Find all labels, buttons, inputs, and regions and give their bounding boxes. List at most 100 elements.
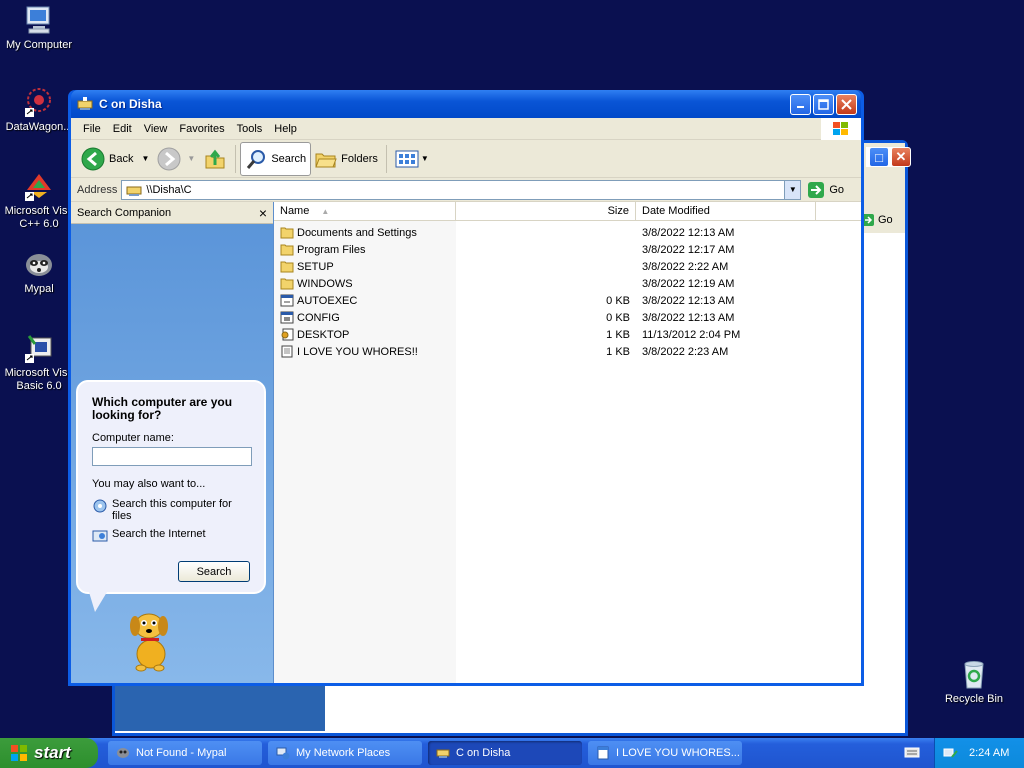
desktop-icon-datawagon[interactable]: DataWagon... [0, 86, 78, 134]
search-internet-link[interactable]: Search the Internet [92, 528, 250, 544]
background-window-sidebar [115, 683, 325, 731]
folder-icon [280, 261, 294, 273]
keyboard-icon[interactable] [904, 744, 920, 760]
maximize-button[interactable] [813, 93, 834, 115]
column-header-date[interactable]: Date Modified [636, 202, 816, 220]
desktop-icon-my-computer[interactable]: My Computer [0, 4, 78, 52]
menu-favorites[interactable]: Favorites [173, 123, 230, 135]
search-balloon: Which computer are you looking for? Comp… [76, 380, 266, 594]
column-header-name[interactable]: Name ▲ [274, 202, 456, 220]
menu-edit[interactable]: Edit [107, 123, 138, 135]
background-close-button[interactable]: ✕ [891, 147, 911, 167]
taskbar-item-notepad[interactable]: I LOVE YOU WHORES... [588, 741, 742, 765]
desktop-icon-visual-cpp[interactable]: Microsoft Visu C++ 6.0 [0, 170, 78, 231]
menu-tools[interactable]: Tools [231, 123, 269, 135]
address-input[interactable]: \\Disha\C ▼ [121, 179, 802, 200]
menu-file[interactable]: File [77, 123, 107, 135]
title-bar[interactable]: C on Disha [71, 90, 861, 118]
file-row[interactable]: I LOVE YOU WHORES!! 1 KB 3/8/2022 2:23 A… [274, 343, 861, 360]
clock[interactable]: 2:24 AM [969, 747, 1009, 759]
desktop-icon-mypal[interactable]: Mypal [0, 248, 78, 296]
views-button[interactable]: ▼ [391, 142, 433, 176]
taskbar-item-label: C on Disha [456, 747, 511, 759]
desktop-icon-visual-basic[interactable]: Microsoft Visu Basic 6.0 [0, 332, 78, 393]
file-row[interactable]: Program Files 3/8/2022 12:17 AM [274, 241, 861, 258]
file-row[interactable]: Documents and Settings 3/8/2022 12:13 AM [274, 224, 861, 241]
back-button[interactable]: Back ▼ [77, 142, 153, 176]
close-button[interactable] [836, 93, 857, 115]
background-window-controls: □ ✕ [867, 147, 915, 167]
close-pane-icon[interactable]: × [259, 205, 267, 221]
search-submit-button[interactable]: Search [178, 561, 250, 582]
system-tray: 2:24 AM [934, 738, 1024, 768]
column-size-label: Size [607, 205, 629, 217]
back-arrow-icon [81, 147, 105, 170]
file-row[interactable]: WINDOWS 3/8/2022 12:19 AM [274, 275, 861, 292]
sort-ascending-icon: ▲ [321, 206, 330, 216]
network-status-icon[interactable] [943, 745, 959, 761]
text-file-icon [281, 345, 293, 358]
start-label: start [34, 743, 71, 762]
network-places-icon [276, 747, 290, 760]
address-dropdown-button[interactable]: ▼ [784, 180, 801, 199]
file-name: Documents and Settings [297, 226, 417, 239]
forward-button[interactable]: ▼ [153, 142, 199, 176]
taskbar-item-network-places[interactable]: My Network Places [268, 741, 422, 765]
search-computer-link[interactable]: Search this computer for files [92, 498, 250, 522]
desktop-icon-label: Mypal [24, 283, 54, 295]
search-button[interactable]: Search [240, 141, 312, 176]
file-name: Program Files [297, 243, 366, 256]
minimize-button[interactable] [790, 93, 811, 115]
file-row[interactable]: DESKTOP 1 KB 11/13/2012 2:04 PM [274, 326, 861, 343]
start-button[interactable]: start [0, 738, 98, 768]
forward-dropdown-icon[interactable]: ▼ [187, 154, 195, 163]
visual-basic-icon [23, 332, 55, 364]
file-date: 3/8/2022 12:13 AM [642, 294, 735, 307]
file-size: 0 KB [606, 294, 630, 307]
file-row[interactable]: AUTOEXEC 0 KB 3/8/2022 12:13 AM [274, 292, 861, 309]
column-date-label: Date Modified [642, 205, 710, 217]
folder-icon [280, 278, 294, 290]
folders-icon [315, 153, 337, 167]
mypal-icon [117, 748, 129, 758]
column-header-size[interactable]: Size [456, 202, 636, 220]
file-date: 3/8/2022 2:22 AM [642, 260, 729, 273]
visual-cpp-icon [23, 170, 55, 202]
file-name: AUTOEXEC [297, 294, 358, 307]
desktop-icon-label: Microsoft Visu [4, 367, 74, 379]
background-maximize-button[interactable]: □ [869, 147, 889, 167]
file-date: 3/8/2022 12:13 AM [642, 226, 735, 239]
search-label: Search [271, 152, 307, 165]
file-size: 1 KB [606, 328, 630, 341]
settings-file-icon [281, 328, 294, 341]
window-title: C on Disha [99, 97, 162, 111]
menu-view[interactable]: View [138, 123, 174, 135]
file-row[interactable]: CONFIG 0 KB 3/8/2022 12:13 AM [274, 309, 861, 326]
taskbar-item-c-on-disha[interactable]: C on Disha [428, 741, 582, 765]
file-name: DESKTOP [297, 328, 350, 341]
file-date: 3/8/2022 12:13 AM [642, 311, 735, 324]
up-folder-icon [205, 149, 225, 168]
computer-name-input[interactable] [92, 447, 252, 466]
menu-help[interactable]: Help [268, 123, 303, 135]
standard-toolbar: Back ▼ ▼ Search Folders ▼ [71, 140, 861, 178]
back-label: Back [109, 152, 134, 165]
back-dropdown-icon[interactable]: ▼ [141, 154, 149, 163]
background-go-button[interactable]: Go [862, 213, 893, 227]
folders-button[interactable]: Folders [311, 142, 382, 176]
search-dog-icon[interactable] [121, 602, 181, 672]
go-button[interactable]: Go [807, 181, 844, 199]
search-internet-icon [92, 530, 108, 542]
desktop-icon-recycle-bin[interactable]: Recycle Bin [935, 658, 1013, 706]
file-name: I LOVE YOU WHORES!! [297, 345, 418, 358]
explorer-window: C on Disha File Edit View Favorites Tool… [68, 90, 864, 686]
up-button[interactable] [199, 142, 231, 176]
minimize-icon [796, 106, 804, 108]
views-dropdown-icon: ▼ [420, 154, 429, 163]
views-icon [395, 150, 419, 167]
file-row[interactable]: SETUP 3/8/2022 2:22 AM [274, 258, 861, 275]
datawagon-icon [23, 86, 55, 118]
windows-flag-icon [11, 745, 27, 761]
taskbar-item-mypal[interactable]: Not Found - Mypal [108, 741, 262, 765]
computer-name-label: Computer name: [92, 432, 174, 444]
